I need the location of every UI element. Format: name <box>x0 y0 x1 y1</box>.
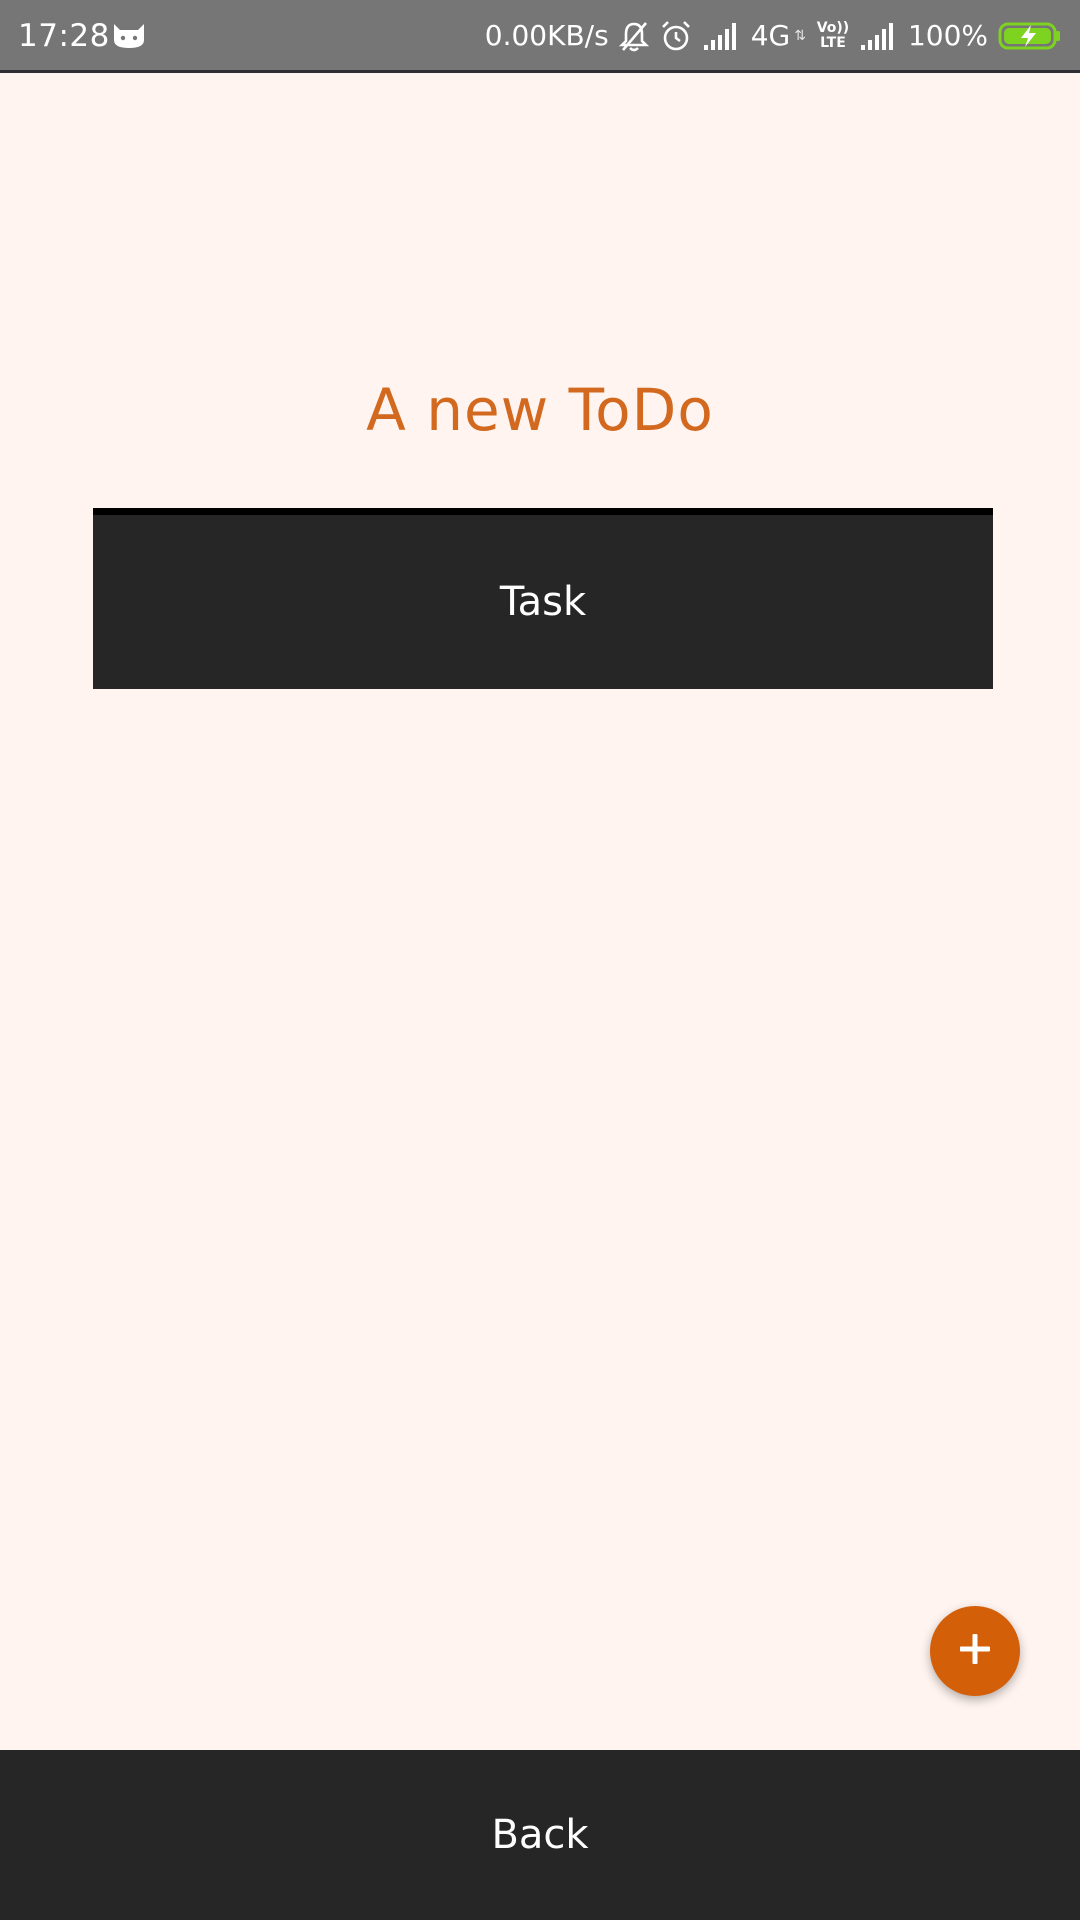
task-input[interactable] <box>93 514 993 690</box>
network-type: 4G <box>750 19 791 52</box>
volte-bottom-label: LTE <box>820 35 846 51</box>
task-field[interactable] <box>93 508 993 690</box>
status-right-group: 0.00KB/s 4G ⇅ Vo)) LTE 100% <box>485 14 1062 58</box>
volte-icon: Vo)) LTE <box>816 19 850 53</box>
net-speed: 0.00KB/s <box>484 19 609 52</box>
alarm-icon <box>659 19 693 53</box>
status-bar: 17:28 0.00KB/s 4G ⇅ Vo)) LTE 100% <box>0 0 1080 73</box>
battery-charging-icon <box>998 21 1062 51</box>
new-todo-screen: 17:28 0.00KB/s 4G ⇅ Vo)) LTE 100% A new … <box>0 0 1080 1920</box>
bell-off-icon <box>618 20 649 52</box>
page-title: A new ToDo <box>366 376 714 444</box>
back-button[interactable]: Back <box>0 1750 1080 1920</box>
signal-icon <box>703 21 741 51</box>
battery-percent: 100% <box>907 19 988 52</box>
signal-icon <box>860 21 898 51</box>
add-task-button[interactable] <box>930 1606 1020 1696</box>
plus-icon <box>957 1631 993 1671</box>
back-button-label: Back <box>491 1812 589 1858</box>
volte-top-label: Vo)) <box>816 20 850 36</box>
status-time: 17:28 <box>18 18 110 54</box>
data-arrows-icon: ⇅ <box>794 28 806 44</box>
cat-notification-icon <box>110 20 148 50</box>
